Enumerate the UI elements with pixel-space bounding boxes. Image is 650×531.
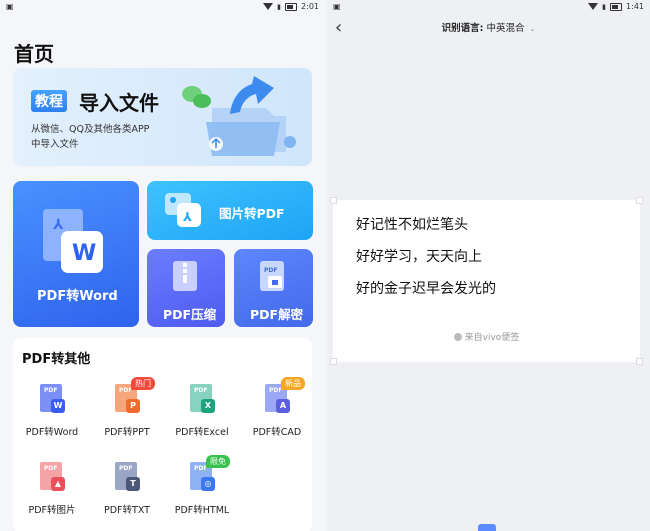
tool-item[interactable]: PDF A 新品 PDF转CAD [238, 377, 316, 438]
card-label: PDF压缩 [163, 307, 217, 322]
format-badge: A [276, 399, 290, 413]
image-to-pdf-card[interactable]: ⅄ 图片转PDF [147, 181, 313, 240]
recognition-language-selector[interactable]: 识别语言: 中英混合 ⌄ [327, 20, 650, 34]
format-badge: P [126, 399, 140, 413]
doc-text: PDF [194, 387, 208, 394]
word-doc-icon: ⅄ W [43, 209, 103, 273]
home-screen: ▣ ▮ 2:01 首页 教程 导入文件 从微信、QQ及其他各类APP 中导入文件 [0, 0, 325, 531]
pdf-convert-icon: PDF ▲ [38, 462, 66, 494]
banner-description: 从微信、QQ及其他各类APP 中导入文件 [31, 122, 181, 152]
battery-icon [610, 2, 623, 11]
note-line: 好的金子迟早会发光的 [356, 281, 496, 297]
note-line: 好好学习，天天向上 [356, 249, 482, 265]
tool-label: PDF转PPT [104, 427, 150, 438]
pdf-convert-icon: PDF X [188, 384, 216, 416]
tool-item[interactable]: PDF ◎ 限免 PDF转HTML [163, 455, 241, 516]
format-badge: T [126, 477, 140, 491]
page-title: 首页 [14, 42, 54, 66]
doc-text: PDF [44, 465, 58, 472]
note-line: 好记性不如烂笔头 [356, 217, 468, 233]
doc-text: PDF [119, 465, 133, 472]
pdf-to-other-section: PDF转其他 PDF W PDF转Word PDF P 热门 PDF转PPT PDF X PDF转… [13, 338, 312, 531]
tool-tag: 限免 [206, 455, 230, 468]
banner-desc-line: 中导入文件 [31, 139, 79, 150]
unlock-doc-icon: PDF [260, 261, 284, 291]
tool-tag: 热门 [131, 377, 155, 390]
tool-label: PDF转CAD [252, 427, 302, 438]
format-badge: X [201, 399, 215, 413]
banner-desc-line: 从微信、QQ及其他各类APP [31, 124, 150, 135]
card-label: PDF转Word [37, 289, 118, 304]
status-bar: ▣ ▮ 1:41 [327, 0, 650, 14]
signal-icon: ▮ [277, 2, 282, 11]
battery-icon [285, 2, 298, 11]
signal-icon: ▮ [602, 2, 607, 11]
crop-handle[interactable] [636, 358, 643, 365]
banner-title: 导入文件 [79, 91, 159, 115]
section-title: PDF转其他 [22, 352, 91, 367]
language-value: 中英混合 [486, 23, 525, 34]
format-badge: ▲ [51, 477, 65, 491]
tool-label: PDF转图片 [28, 505, 76, 516]
language-label: 识别语言: [441, 23, 484, 34]
svg-text:PDF: PDF [264, 267, 277, 274]
tool-item[interactable]: PDF T PDF转TXT [88, 462, 166, 516]
vivo-notes-icon [453, 333, 462, 341]
format-badge: W [51, 399, 65, 413]
tool-tag: 新品 [281, 377, 305, 390]
folder-import-illustration [182, 76, 296, 156]
pdf-convert-icon: PDF T [113, 462, 141, 494]
svg-text:⅄: ⅄ [182, 210, 192, 224]
pdf-to-word-card[interactable]: ⅄ W PDF转Word [13, 181, 139, 327]
ocr-result-screen: ▣ ▮ 1:41 ‹ 识别语言: 中英混合 ⌄ 好记性不如烂笔头 好好学习，天天… [327, 0, 650, 531]
pdf-convert-icon: PDF A 新品 [263, 377, 305, 416]
card-label: 图片转PDF [219, 206, 285, 221]
card-label: PDF解密 [250, 307, 304, 322]
tool-item[interactable]: PDF X PDF转Excel [163, 384, 241, 438]
status-time: 1:41 [626, 2, 644, 11]
crop-handle[interactable] [330, 358, 337, 365]
doc-text: PDF [44, 387, 58, 394]
tool-label: PDF转HTML [174, 505, 230, 516]
pdf-convert-icon: PDF ◎ 限免 [188, 455, 230, 494]
recognized-image: 好记性不如烂笔头 好好学习，天天向上 好的金子迟早会发光的 来自vivo便签 [330, 197, 643, 365]
chevron-down-icon: ⌄ [529, 25, 536, 33]
crop-handle[interactable] [636, 197, 643, 204]
note-source: 来自vivo便签 [333, 330, 640, 343]
pdf-convert-icon: PDF W [38, 384, 66, 416]
import-file-banner[interactable]: 教程 导入文件 从微信、QQ及其他各类APP 中导入文件 [13, 68, 312, 166]
wifi-icon [588, 3, 599, 10]
svg-text:⅄: ⅄ [53, 217, 64, 233]
pdf-compress-card[interactable]: PDF压缩 [147, 249, 225, 327]
status-bar: ▣ ▮ 2:01 [0, 0, 325, 14]
svg-text:W: W [72, 241, 96, 266]
tool-label: PDF转Word [25, 427, 79, 438]
pdf-convert-icon: PDF P 热门 [113, 377, 155, 416]
image-doc-icon: ⅄ [165, 193, 201, 227]
tool-item[interactable]: PDF ▲ PDF转图片 [13, 462, 91, 516]
format-badge: ◎ [201, 477, 215, 491]
wifi-icon [263, 3, 274, 10]
note-source-text: 来自vivo便签 [464, 333, 520, 343]
pdf-decrypt-card[interactable]: PDF PDF解密 [234, 249, 313, 327]
tool-label: PDF转TXT [104, 505, 150, 516]
zip-icon [173, 261, 197, 291]
drag-handle[interactable] [478, 524, 496, 531]
notification-icon: ▣ [6, 2, 14, 11]
tool-item[interactable]: PDF P 热门 PDF转PPT [88, 377, 166, 438]
crop-handle[interactable] [330, 197, 337, 204]
status-time: 2:01 [301, 2, 319, 11]
tool-item[interactable]: PDF W PDF转Word [13, 384, 91, 438]
notification-icon: ▣ [333, 2, 341, 11]
tool-label: PDF转Excel [175, 427, 229, 438]
tutorial-badge: 教程 [31, 90, 67, 112]
